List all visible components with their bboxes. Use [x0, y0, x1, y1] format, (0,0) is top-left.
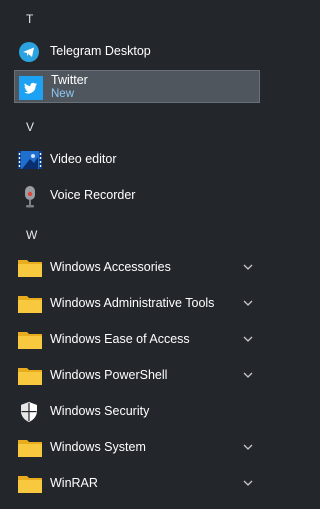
section-letter-w: W [26, 228, 38, 242]
folder-icon [18, 473, 42, 495]
folder-windows-system[interactable]: Windows System [0, 430, 264, 466]
section-letter-t: T [26, 12, 34, 26]
app-label: Windows Accessories [50, 260, 171, 274]
app-voice-recorder[interactable]: Voice Recorder [0, 178, 264, 214]
shield-icon [18, 401, 42, 423]
chevron-down-icon[interactable] [242, 476, 254, 488]
app-twitter[interactable]: Twitter New [14, 70, 260, 103]
telegram-icon [18, 41, 42, 63]
folder-icon [18, 257, 42, 279]
app-telegram-desktop[interactable]: Telegram Desktop [0, 34, 264, 70]
chevron-down-icon[interactable] [242, 440, 254, 452]
twitter-icon [19, 76, 43, 100]
folder-winrar[interactable]: WinRAR [0, 466, 264, 502]
app-label: Windows Administrative Tools [50, 296, 215, 310]
new-badge: New [51, 88, 75, 100]
chevron-down-icon[interactable] [242, 296, 254, 308]
folder-windows-administrative-tools[interactable]: Windows Administrative Tools [0, 286, 264, 322]
folder-windows-accessories[interactable]: Windows Accessories [0, 250, 264, 286]
app-label: Twitter [51, 73, 88, 87]
app-label: Windows PowerShell [50, 368, 168, 382]
video-editor-icon [18, 149, 42, 171]
microphone-icon [18, 185, 42, 208]
folder-icon [18, 329, 42, 351]
folder-windows-powershell[interactable]: Windows PowerShell [0, 358, 264, 394]
folder-windows-ease-of-access[interactable]: Windows Ease of Access [0, 322, 264, 358]
app-label: Voice Recorder [50, 188, 136, 202]
chevron-down-icon[interactable] [242, 332, 254, 344]
app-label: Windows System [50, 440, 146, 454]
app-label: Video editor [50, 152, 117, 166]
app-label: WinRAR [50, 476, 98, 490]
folder-icon [18, 293, 42, 315]
app-label: Windows Ease of Access [50, 332, 190, 346]
app-video-editor[interactable]: Video editor [0, 142, 264, 178]
app-windows-security[interactable]: Windows Security [0, 394, 264, 430]
app-label: Telegram Desktop [50, 44, 151, 58]
folder-icon [18, 437, 42, 459]
app-label: Windows Security [50, 404, 150, 418]
chevron-down-icon[interactable] [242, 368, 254, 380]
folder-icon [18, 365, 42, 387]
chevron-down-icon[interactable] [242, 260, 254, 272]
section-letter-v: V [26, 120, 35, 134]
